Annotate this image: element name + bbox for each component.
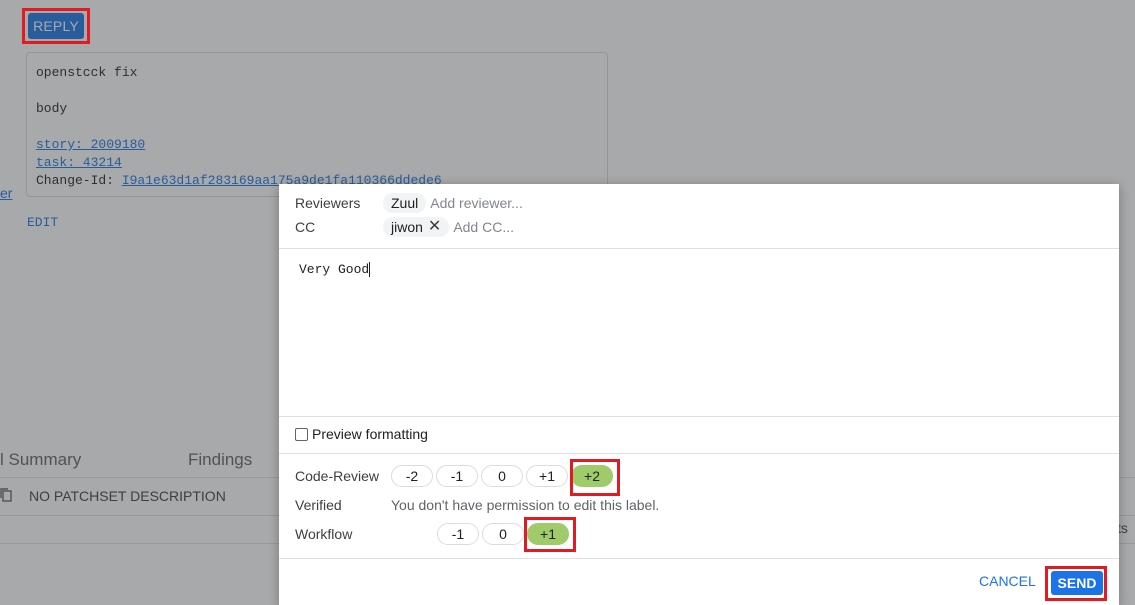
cancel-button[interactable]: CANCEL	[979, 573, 1036, 589]
add-cc-input[interactable]	[453, 219, 654, 235]
reviewer-chip[interactable]: Zuul	[383, 193, 427, 213]
code-review-0-button[interactable]: 0	[481, 465, 523, 487]
verified-row: Verified You don't have permission to ed…	[295, 493, 659, 517]
cc-chip[interactable]: jiwon ✕	[383, 217, 450, 237]
text-caret	[369, 262, 371, 278]
cc-label: CC	[295, 219, 316, 235]
reviewers-row: Reviewers Zuul	[295, 192, 631, 214]
workflow-row: Workflow -1 0 +1	[295, 522, 572, 546]
divider	[279, 248, 1119, 249]
workflow-label: Workflow	[295, 526, 353, 542]
reply-message-textarea[interactable]: Very Good	[299, 262, 1099, 412]
workflow-plus1-button[interactable]: +1	[527, 523, 569, 545]
preview-checkbox[interactable]	[295, 427, 308, 441]
reply-dialog: Reviewers Zuul CC jiwon✕ Very Good Previ…	[279, 184, 1119, 605]
verified-permission-note: You don't have permission to edit this l…	[391, 497, 660, 513]
verified-label: Verified	[295, 497, 342, 513]
cc-row: CC jiwon ✕	[295, 216, 654, 238]
reviewers-label: Reviewers	[295, 195, 361, 211]
code-review-row: Code-Review -2 -1 0 +1 +2	[295, 464, 616, 488]
divider	[279, 558, 1119, 559]
send-button[interactable]: SEND	[1051, 571, 1103, 595]
code-review-minus2-button[interactable]: -2	[391, 465, 433, 487]
divider	[279, 416, 1119, 417]
code-review-plus2-button[interactable]: +2	[571, 465, 613, 487]
workflow-minus1-button[interactable]: -1	[437, 523, 479, 545]
divider	[279, 453, 1119, 454]
workflow-0-button[interactable]: 0	[482, 523, 524, 545]
code-review-plus1-button[interactable]: +1	[526, 465, 568, 487]
add-reviewer-input[interactable]	[430, 195, 631, 211]
code-review-minus1-button[interactable]: -1	[436, 465, 478, 487]
preview-formatting[interactable]: Preview formatting	[295, 426, 428, 442]
code-review-label: Code-Review	[295, 468, 380, 484]
close-icon[interactable]: ✕	[428, 219, 441, 235]
